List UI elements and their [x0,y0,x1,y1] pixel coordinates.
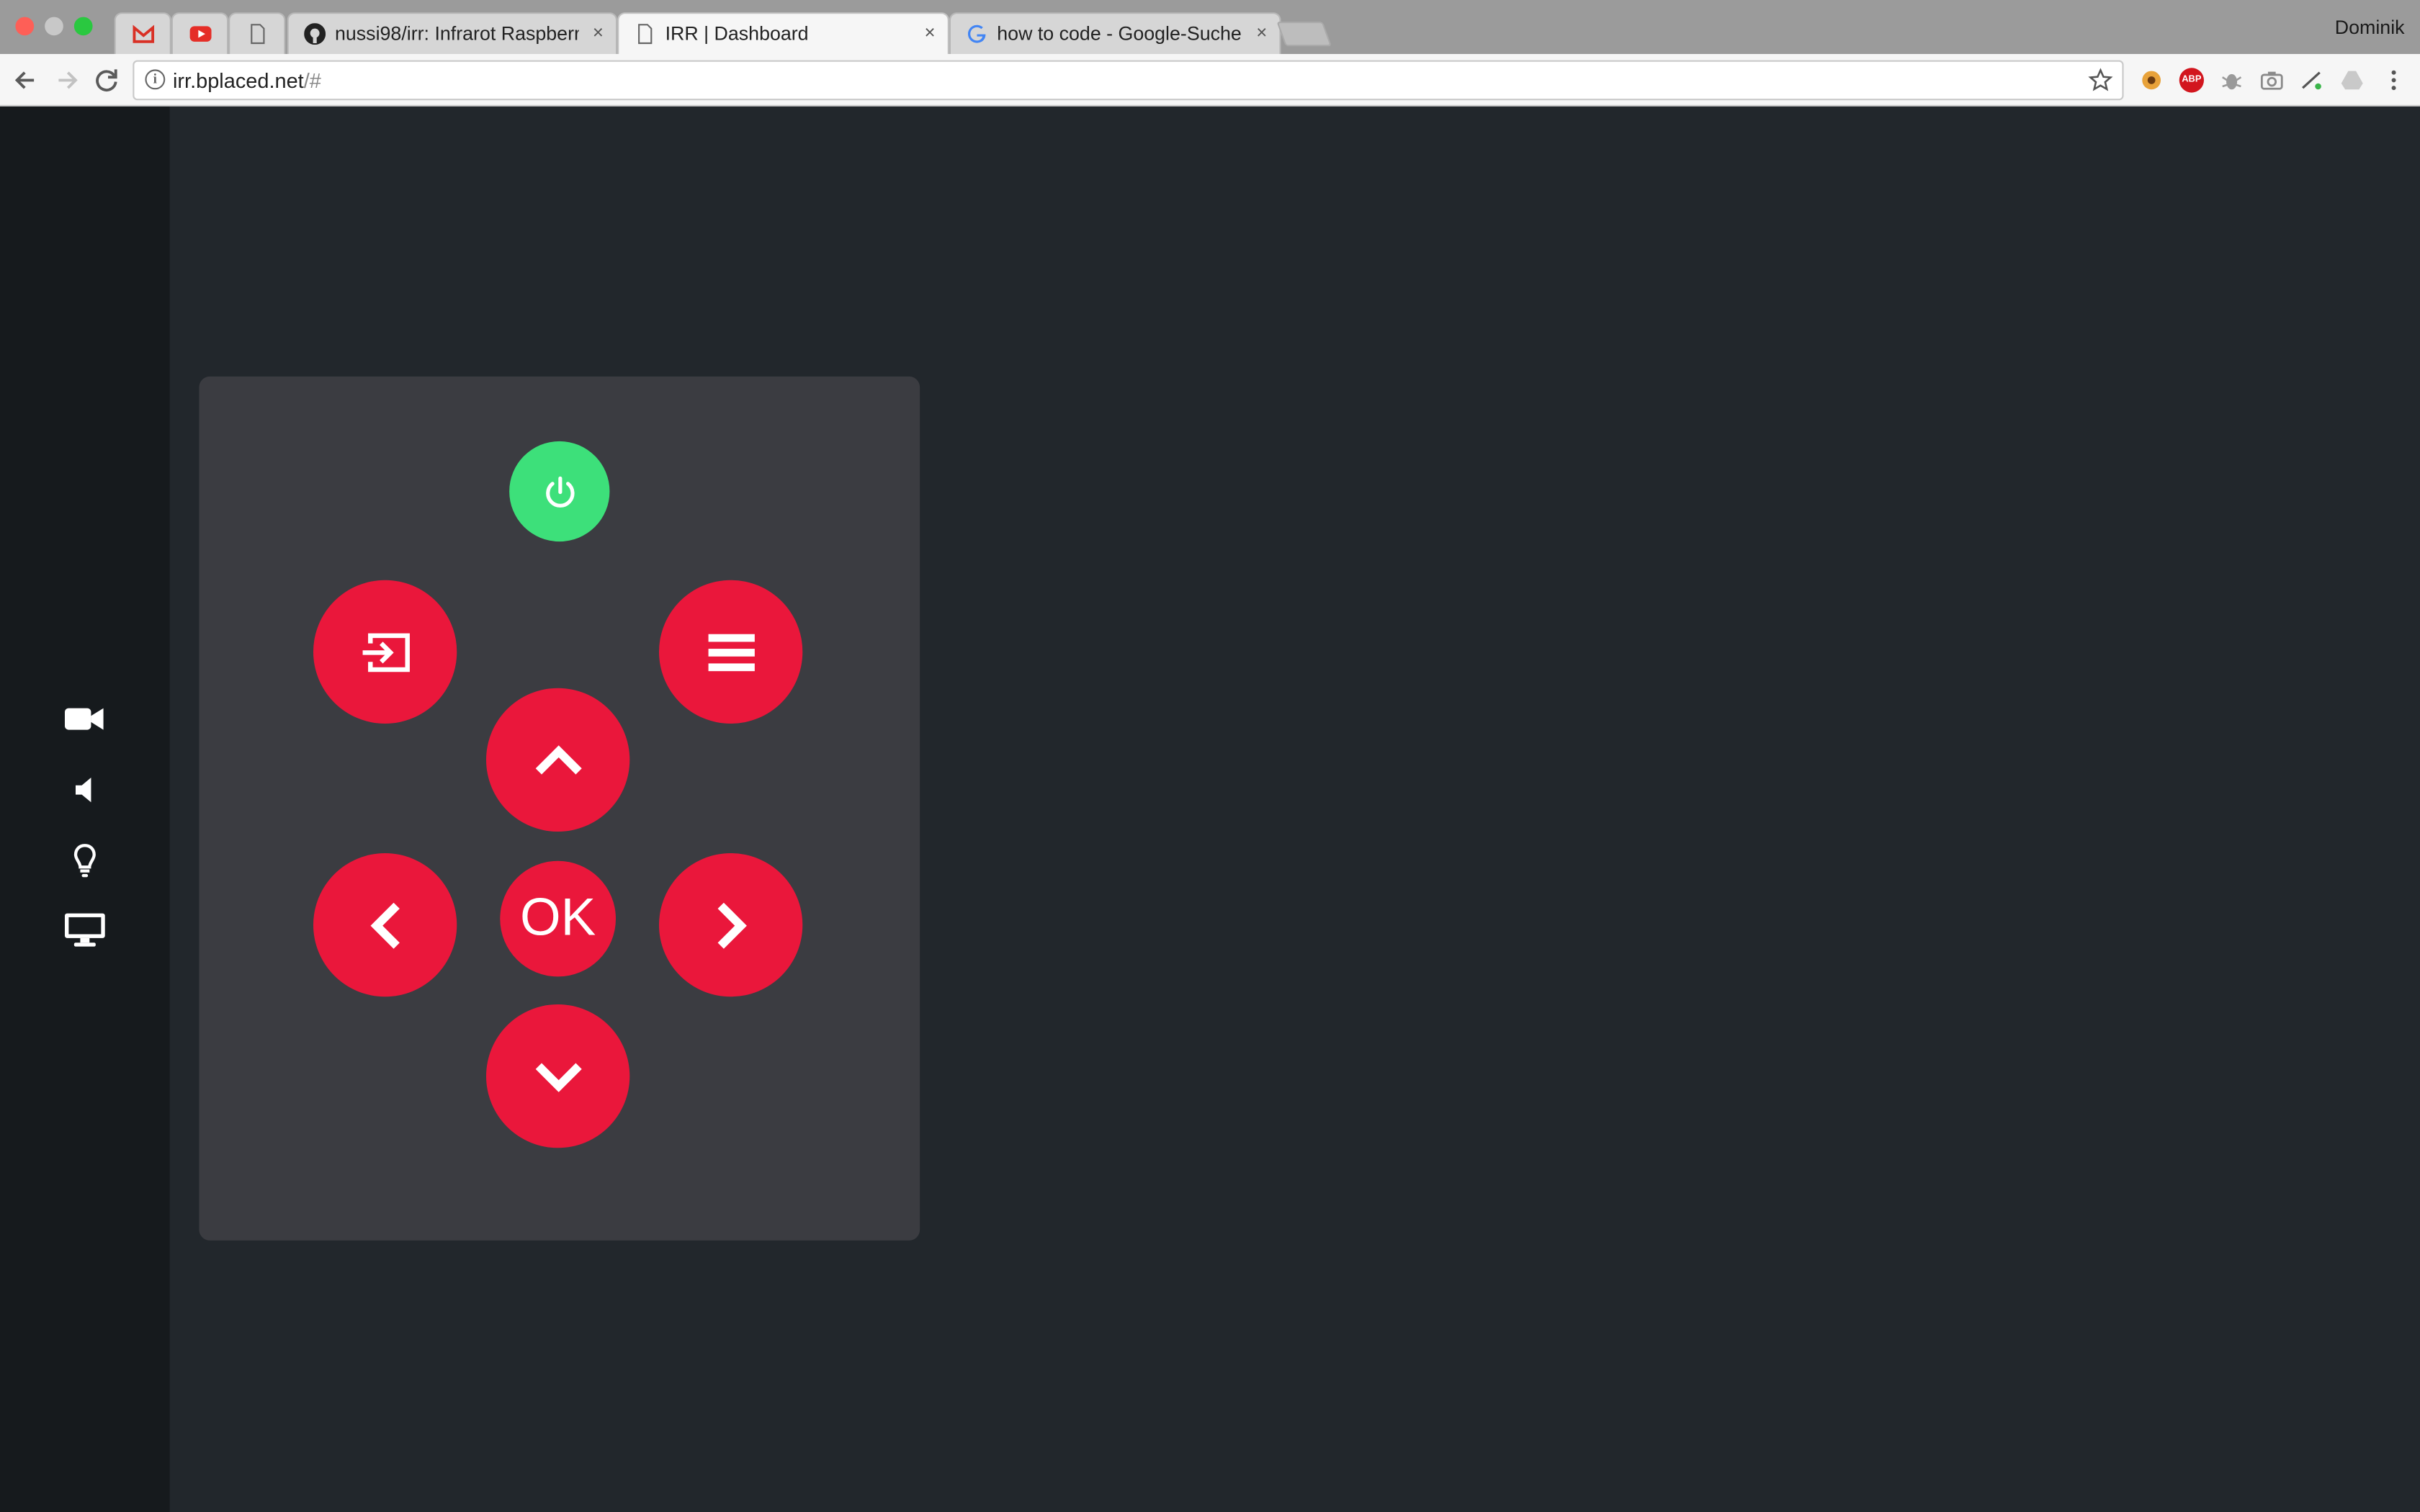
url-host: irr.bplaced.net [173,69,304,93]
tab-title: IRR | Dashboard [665,23,809,45]
new-tab-button[interactable] [1276,22,1332,47]
power-icon [545,475,574,507]
sidebar [0,106,170,1512]
tab-irr-dashboard[interactable]: IRR | Dashboard × [617,12,949,54]
camera-icon[interactable] [2259,68,2284,92]
adblock-plus-icon[interactable]: ABP [2179,68,2204,93]
tab-title: how to code - Google-Suche [997,23,1242,45]
ok-label: OK [520,888,596,948]
tab-blank[interactable] [228,12,286,54]
bug-icon[interactable] [2219,68,2244,92]
reload-icon[interactable] [89,63,123,97]
tab-github[interactable]: nussi98/irr: Infrarot Raspberry × [287,12,618,54]
forward-arrow-icon[interactable] [50,63,84,97]
ok-button[interactable]: OK [500,860,616,977]
sidebar-item-display[interactable] [62,907,108,953]
sidebar-item-light[interactable] [62,838,108,884]
right-button[interactable] [659,853,803,997]
browser-toolbar: i irr.bplaced.net/# ABP [0,54,2420,107]
address-url[interactable]: irr.bplaced.net/# [173,69,321,92]
input-source-icon [362,632,409,672]
document-icon [251,24,265,45]
drive-icon[interactable] [2340,68,2365,92]
youtube-icon [189,26,212,42]
menu-button[interactable] [659,580,803,724]
tab-title: nussi98/irr: Infrarot Raspberry [335,23,579,45]
address-bar[interactable]: i irr.bplaced.net/# [133,60,2124,101]
input-source-button[interactable] [313,580,457,724]
tab-google-search[interactable]: how to code - Google-Suche × [949,12,1281,54]
bookmark-star-icon[interactable] [2088,68,2113,92]
chevron-right-icon [717,901,746,948]
abp-label: ABP [2182,76,2202,85]
lightbulb-icon [73,844,96,878]
tab-youtube[interactable] [171,12,229,54]
pen-icon[interactable] [2300,68,2324,92]
tab-close-icon[interactable]: × [925,22,936,43]
chevron-up-icon [534,744,581,774]
menu-icon [707,633,754,671]
sidebar-item-video[interactable] [62,696,108,742]
url-path: /# [303,69,321,93]
speaker-icon [76,778,91,803]
window-close-button[interactable] [15,17,35,36]
document-icon [638,24,653,45]
up-button[interactable] [486,688,630,832]
video-camera-icon [65,708,104,730]
tab-close-icon[interactable]: × [593,22,604,43]
extension-puzzle-icon[interactable] [2139,68,2164,92]
chevron-left-icon [369,901,399,948]
back-arrow-icon[interactable] [9,63,43,97]
gmail-icon [133,24,155,43]
tab-close-icon[interactable]: × [1256,22,1267,43]
left-button[interactable] [313,853,457,997]
github-icon [304,23,326,45]
browser-titlebar: nussi98/irr: Infrarot Raspberry × IRR | … [0,0,2420,54]
google-icon [968,24,986,43]
down-button[interactable] [486,1004,630,1148]
site-info-icon[interactable]: i [145,69,166,90]
more-menu-icon[interactable] [2381,68,2406,92]
sidebar-item-audio[interactable] [62,767,108,813]
tab-gmail[interactable] [114,12,171,54]
window-minimize-button[interactable] [45,17,63,36]
remote-control-panel: OK [199,376,920,1241]
chevron-down-icon [534,1062,581,1092]
power-button[interactable] [509,441,610,542]
window-zoom-button[interactable] [73,17,93,36]
monitor-icon [65,913,105,947]
profile-name[interactable]: Dominik [2335,17,2405,39]
